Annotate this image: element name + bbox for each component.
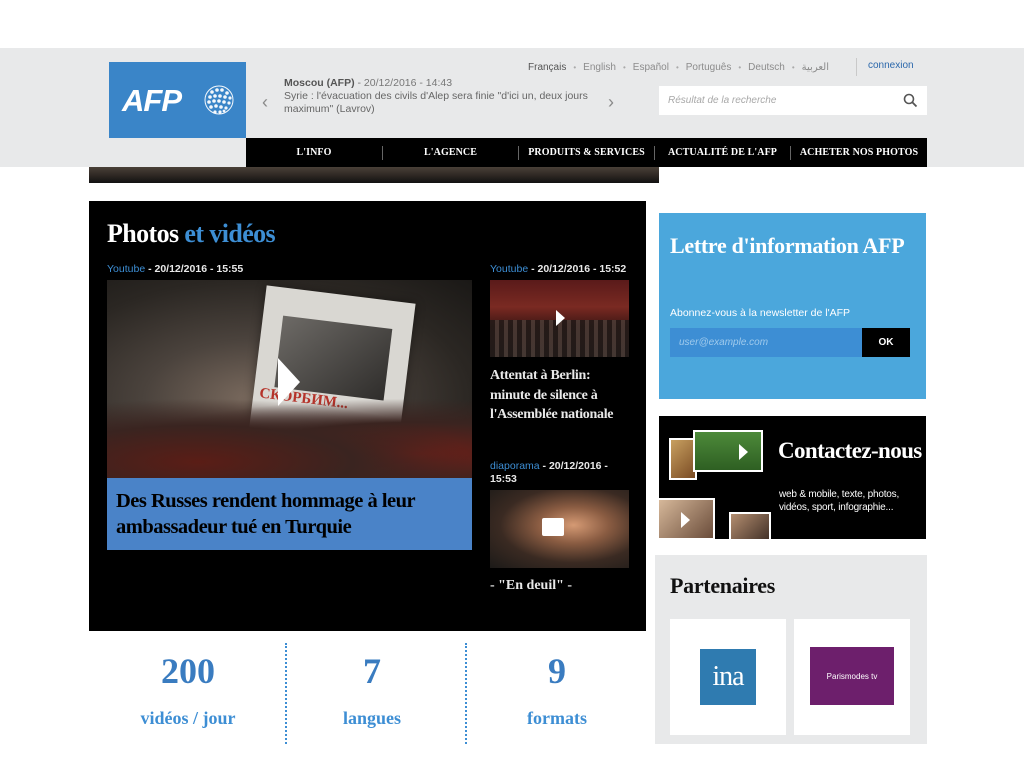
stat-label: langues [342, 708, 402, 728]
photo-strip [89, 167, 659, 183]
flowers-image [107, 398, 472, 478]
slideshow-meta: diaporama - 20/12/2016 - 15:53 [490, 460, 625, 486]
search-input[interactable] [659, 86, 894, 115]
slideshow-source[interactable]: diaporama [490, 460, 540, 472]
lang-sep: • [573, 62, 577, 72]
parismodes-logo: Parismodes tv [810, 647, 894, 705]
ticker-text: Syrie : l'évacuation des civils d'Alep s… [284, 90, 588, 115]
side-video-date: - 20/12/2016 - 15:52 [528, 263, 627, 275]
language-switcher: Français • English • Español • Português… [528, 60, 829, 74]
stat-formats: 9 formats [467, 643, 647, 744]
ticker-time: - 20/12/2016 - 14:43 [354, 77, 453, 89]
lang-en[interactable]: English [583, 62, 616, 73]
contact-title: Contactez-nous [778, 438, 922, 463]
slideshow-title[interactable]: - "En deuil" - [490, 576, 572, 595]
afp-logo-mark: AFP [121, 83, 233, 118]
slideshow-icon [542, 518, 564, 536]
nav-item-acheter-photos[interactable]: ACHETER NOS PHOTOS [791, 138, 927, 167]
nav-item-agence[interactable]: L'AGENCE [383, 138, 518, 167]
videos-section-title: Photos et vidéos [107, 219, 276, 249]
header-divider [856, 58, 857, 76]
play-icon[interactable] [556, 310, 565, 326]
partners-title: Partenaires [670, 573, 776, 598]
main-nav: L'INFO L'AGENCE PRODUITS & SERVICES ACTU… [246, 138, 927, 167]
nav-item-produits[interactable]: PRODUITS & SERVICES [519, 138, 654, 167]
lang-pt[interactable]: Português [686, 62, 732, 73]
side-video-title[interactable]: Attentat à Berlin: minute de silence à l… [490, 366, 630, 425]
lang-sep: • [791, 62, 795, 72]
lang-sep: • [675, 62, 679, 72]
main-video-meta: Youtube - 20/12/2016 - 15:55 [107, 263, 243, 276]
main-video-title: Des Russes rendent hommage à leur ambass… [116, 490, 415, 538]
nav-item-info[interactable]: L'INFO [246, 138, 382, 167]
play-icon[interactable] [739, 444, 748, 460]
contact-thumb-sport [693, 430, 763, 472]
newsletter-title: Lettre d'information AFP [670, 233, 905, 258]
ticker-next-icon[interactable]: › [608, 93, 622, 111]
newsletter-submit-button[interactable]: OK [862, 328, 910, 357]
contact-box[interactable]: Contactez-nous web & mobile, texte, phot… [659, 416, 926, 539]
nav-item-actualite[interactable]: ACTUALITÉ DE L'AFP [655, 138, 790, 167]
news-ticker[interactable]: Moscou (AFP) - 20/12/2016 - 14:43 Syrie … [284, 77, 604, 116]
afp-logo[interactable]: AFP [109, 62, 246, 138]
ina-logo: ina [700, 649, 756, 705]
lang-sep: • [622, 62, 626, 72]
stat-value: 9 [548, 651, 566, 691]
contact-subtitle: web & mobile, texte, photos, vidéos, spo… [779, 489, 900, 513]
contact-thumb-person [729, 512, 771, 539]
play-icon[interactable] [278, 358, 300, 406]
stat-label: vidéos / jour [140, 708, 236, 728]
lang-ar[interactable]: العربية [802, 62, 829, 73]
partner-card-parismodes[interactable]: Parismodes tv [794, 619, 910, 735]
main-video-date: - 20/12/2016 - 15:55 [145, 263, 244, 275]
play-icon[interactable] [681, 512, 690, 528]
stat-value: 7 [363, 651, 381, 691]
contact-thumb-portrait [659, 498, 715, 539]
partner-card-ina[interactable]: ina [670, 619, 786, 735]
ticker-prev-icon[interactable]: ‹ [262, 93, 276, 111]
lang-es[interactable]: Español [633, 62, 669, 73]
stat-value: 200 [161, 651, 215, 691]
newsletter-subtitle: Abonnez-vous à la newsletter de l'AFP [670, 307, 851, 319]
side-video-meta: Youtube - 20/12/2016 - 15:52 [490, 263, 626, 276]
lang-sep: • [738, 62, 742, 72]
main-video-source[interactable]: Youtube [107, 263, 145, 275]
ticker-source: Moscou (AFP) [284, 77, 355, 89]
title-part-videos: et vidéos [178, 219, 276, 248]
newsletter-email-field[interactable] [670, 328, 862, 357]
title-part-photos: Photos [107, 219, 179, 248]
lang-fr[interactable]: Français [528, 62, 566, 73]
lang-de[interactable]: Deutsch [748, 62, 785, 73]
newsletter-box: Lettre d'information AFP Abonnez-vous à … [659, 213, 926, 399]
stat-videos: 200 vidéos / jour [98, 643, 278, 744]
ticker-meta: Moscou (AFP) - 20/12/2016 - 14:43 [284, 77, 604, 90]
stat-label: formats [527, 708, 587, 728]
stat-languages: 7 langues [282, 643, 462, 744]
search-box [659, 86, 927, 115]
side-video-source[interactable]: Youtube [490, 263, 528, 275]
login-link[interactable]: connexion [868, 60, 914, 71]
afp-logo-text: AFP [121, 83, 182, 118]
main-video-caption[interactable]: Des Russes rendent hommage à leur ambass… [107, 478, 472, 550]
partners-section: Partenaires ina Parismodes tv [655, 555, 927, 744]
slideshow-thumbnail[interactable] [490, 490, 629, 568]
search-icon[interactable] [903, 93, 918, 108]
side-video-thumbnail[interactable] [490, 280, 629, 357]
